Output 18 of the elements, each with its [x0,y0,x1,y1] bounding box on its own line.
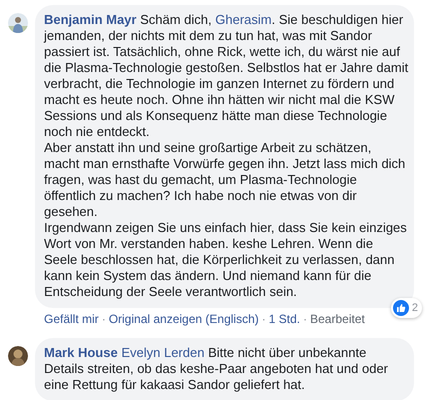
separator-dot: · [262,312,266,326]
author-link[interactable]: Benjamin Mayr [44,12,136,27]
separator-dot: · [102,312,106,326]
mention-link[interactable]: Gherasim [215,12,272,27]
avatar[interactable] [8,13,28,33]
edited-label: Bearbeitet [310,312,365,326]
separator-dot: · [303,312,308,326]
mention-link[interactable]: Evelyn Lerden [121,345,204,360]
action-link[interactable]: Original anzeigen (Englisch) [108,312,259,326]
thumbs-up-icon [392,300,409,316]
comment-text: Irgendwann zeigen Sie uns einfach hier, dass Sie kein einziges Wort von Mr. verstanden haben. keshe Lehren. Wenn die Seele beschlossen hat, die Körperlichkeit zu verlassen, dann kann kein System das ändern. Und niemand kann für die Entscheidung der Seele verantwortlich sein. [44,220,408,300]
action-link[interactable]: Gefällt mir [44,312,99,326]
comment-text: Benjamin Mayr Schäm dich, Gherasim. Sie beschuldigen hier jemanden, der nichts mit dem zu tun hat, was mit Sandor passiert ist. Tatsächlich, ohne Rick, wette ich, du wärst nie auf die Plasma-Technologie gestoßen. Selbstlos hat er Jahre damit verbracht, die Technologie im ganzen Internet zu fördern und macht es heute noch. Ohne ihn hätten wir nicht mal die KSW Sessions und als Konsequenz hätte man diese Technologie noch nie entdeckt. [44,12,409,140]
avatar[interactable] [8,346,28,366]
timestamp[interactable]: 1 Std. [268,312,300,326]
comment-text: Aber anstatt ihn und seine großartige Arbeit zu schätzen, macht man ernsthafte Vorwürfe gegen ihn. Jetzt lass mich dich fragen, was hast du gemacht, um Plasma-Technologie öffentlich zu machen? Ich habe noch nie etwas von dir gesehen. [44,140,406,220]
author-link[interactable]: Mark House [44,345,118,360]
comment-text: Mark House Evelyn Lerden Bitte nicht über unbekannte Details streiten, ob das keshe-Paar angeboten hat und oder eine Rettung für kakaasi Sandor geliefert hat. [44,345,390,393]
